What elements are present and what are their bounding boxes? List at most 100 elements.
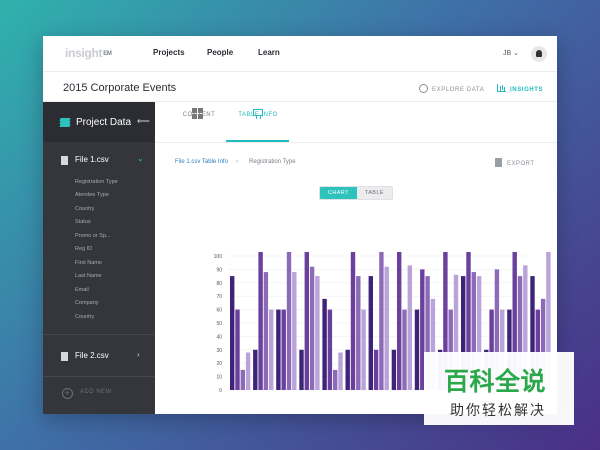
field-item[interactable]: Status (75, 219, 91, 225)
y-tick-label: 40 (216, 334, 222, 340)
nav-projects[interactable]: Projects (153, 48, 185, 57)
chevron-right-icon: › (137, 350, 140, 359)
field-item[interactable]: Company (75, 300, 99, 306)
explore-data-button[interactable]: EXPLORE DATA (419, 84, 484, 93)
user-initials: JB (503, 50, 512, 57)
bar (407, 265, 412, 390)
sidebar-file-1[interactable]: File 1.csv ⌄ (43, 154, 155, 168)
bar (373, 349, 379, 390)
y-tick-label: 60 (216, 308, 222, 314)
insights-button[interactable]: INSIGHTS (497, 84, 543, 93)
file-icon (61, 352, 68, 361)
bar (345, 349, 350, 390)
y-tick-label: 70 (216, 294, 222, 300)
field-item[interactable]: Country (75, 206, 94, 212)
explore-icon (419, 84, 428, 93)
bar (258, 251, 263, 390)
field-item[interactable]: First Name (75, 260, 102, 266)
insights-label: INSIGHTS (510, 87, 544, 93)
tabs-divider (155, 142, 557, 143)
logo-text: insight (65, 46, 103, 60)
chevron-down-icon: ⌄ (513, 50, 519, 57)
breadcrumb-chevron-icon: › (236, 159, 238, 165)
sidebar-header: Project Data ⟵ (43, 102, 155, 142)
sidebar-file-2[interactable]: File 2.csv › (43, 350, 155, 364)
table-toggle-button[interactable]: TABLE (356, 187, 392, 199)
bar (315, 276, 320, 390)
bar (361, 309, 366, 390)
logo[interactable]: insightEM (65, 46, 112, 60)
bar (304, 251, 309, 390)
watermark: 百科全说 助你轻松解决 (424, 352, 574, 425)
nav-people[interactable]: People (207, 48, 233, 57)
plus-icon: + (62, 388, 73, 399)
page-header: 2015 Corporate Events EXPLORE DATA INSIG… (43, 72, 557, 102)
watermark-subtitle: 助你轻松解决 (450, 402, 546, 418)
field-item[interactable]: Reg ID (75, 246, 92, 252)
file-name: File 1.csv (75, 155, 109, 164)
bar (333, 369, 338, 390)
bar (281, 309, 286, 390)
breadcrumb-current: Registration Type (249, 159, 296, 165)
watermark-title: 百科全说 (444, 368, 547, 396)
y-tick-label: 80 (216, 281, 222, 287)
tab-table-info[interactable]: TABLE INFO (228, 112, 288, 118)
page-title: 2015 Corporate Events (63, 82, 177, 94)
y-tick-label: 90 (216, 267, 222, 273)
bar-chart-icon (497, 84, 506, 92)
export-button[interactable]: EXPORT (495, 158, 535, 167)
export-icon (495, 158, 502, 167)
bar (414, 309, 420, 390)
y-tick-label: 10 (216, 375, 222, 381)
bar (379, 251, 384, 390)
y-tick-label: 0 (219, 388, 222, 394)
sidebar-divider (43, 334, 155, 335)
bar (338, 352, 343, 390)
y-tick-label: 50 (216, 321, 222, 327)
bar (356, 276, 361, 390)
bar (276, 309, 281, 390)
field-item[interactable]: Last Name (75, 273, 102, 279)
sidebar: Project Data ⟵ File 1.csv ⌄ Registration… (43, 102, 155, 414)
y-tick-label: 30 (216, 348, 222, 354)
bar (368, 276, 373, 390)
add-new-label: ADD NEW (80, 389, 112, 395)
sidebar-title: Project Data (76, 117, 132, 128)
chevron-down-icon: ⌄ (137, 154, 144, 163)
bar (292, 272, 297, 390)
field-item[interactable]: Registration Type (75, 179, 118, 185)
file-name: File 2.csv (75, 351, 109, 360)
bar (230, 276, 235, 390)
y-tick-label: 100 (214, 254, 223, 260)
bar (286, 251, 292, 390)
user-menu[interactable]: JB ⌄ (503, 49, 519, 57)
bar (299, 349, 304, 390)
bar (245, 352, 251, 390)
bar (327, 309, 333, 390)
field-item[interactable]: Atendee Type (75, 192, 109, 198)
tab-content[interactable]: CONTENT (169, 112, 229, 118)
bar (402, 309, 407, 390)
notifications-bell-icon[interactable] (531, 46, 547, 62)
bar (269, 309, 274, 390)
view-toggle: CHART TABLE (319, 186, 393, 200)
nav-learn[interactable]: Learn (258, 48, 280, 57)
top-navigation: insightEM Projects People Learn JB ⌄ (43, 36, 557, 72)
export-label: EXPORT (507, 161, 535, 167)
logo-suffix: EM (103, 51, 112, 57)
collapse-arrow-icon[interactable]: ⟵ (137, 116, 150, 127)
field-item[interactable]: Email (75, 287, 89, 293)
bar (391, 349, 397, 390)
sidebar-divider (43, 376, 155, 377)
bar (397, 251, 402, 390)
bar (309, 266, 315, 390)
bar (322, 298, 327, 390)
y-tick-label: 20 (216, 361, 222, 367)
field-item[interactable]: Country (75, 314, 94, 320)
bar (384, 266, 389, 390)
field-item[interactable]: Promo or Sp... (75, 233, 110, 239)
bar (253, 349, 258, 390)
chart-toggle-button[interactable]: CHART (320, 187, 357, 199)
breadcrumb-link[interactable]: File 1.csv Table Info (175, 159, 228, 165)
add-new-button[interactable]: + ADD NEW (62, 388, 112, 399)
